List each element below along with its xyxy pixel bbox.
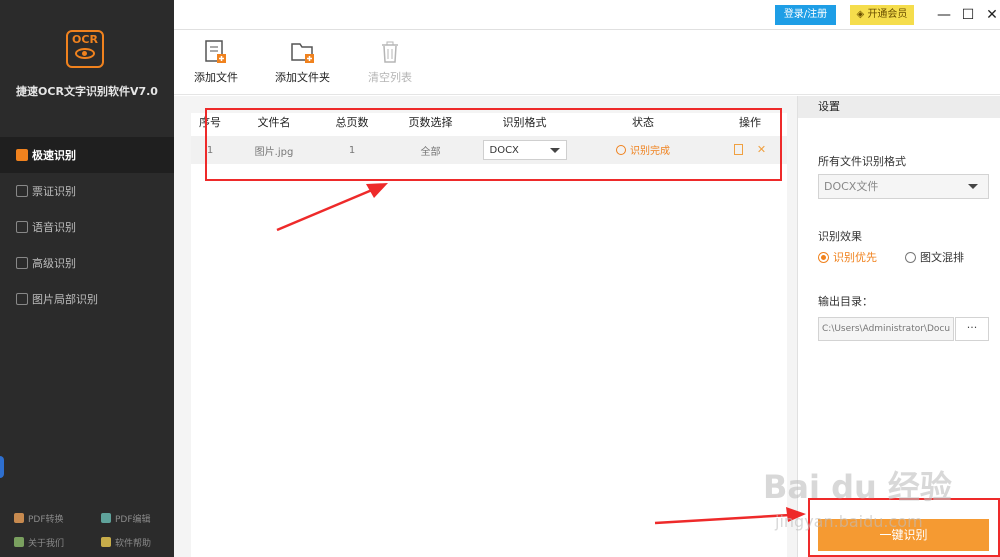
effect-radio-accuracy[interactable]: 识别优先 bbox=[818, 249, 877, 265]
col-header-total-pages: 总页数 bbox=[335, 116, 369, 129]
col-header-no: 序号 bbox=[199, 116, 221, 129]
about-label: 关于我们 bbox=[28, 538, 65, 549]
scan-icon bbox=[16, 257, 28, 269]
add-file-label: 添加文件 bbox=[194, 71, 238, 84]
add-folder-button[interactable]: 添加文件夹 bbox=[275, 39, 330, 85]
effect-radio-mixed[interactable]: 图文混排 bbox=[905, 249, 964, 265]
settings-pane: 设置 所有文件识别格式 DOCX文件 识别效果 识别优先 图文混排 输出目录： … bbox=[797, 96, 1000, 557]
bottom-links: PDF转换 PDF编辑 关于我们 软件帮助 bbox=[0, 506, 174, 554]
row-format-select[interactable]: DOCX bbox=[482, 140, 567, 160]
row-total-pages: 1 bbox=[348, 144, 356, 156]
sidebar-item-label: 图片局部识别 bbox=[32, 293, 98, 306]
pdf-edit-icon bbox=[101, 513, 111, 523]
title-bar: 登录/注册 ◈ 开通会员 — ☐ ✕ bbox=[174, 0, 1000, 30]
about-link[interactable]: 关于我们 bbox=[0, 536, 87, 549]
output-path-field[interactable]: C:\Users\Administrator\Docu bbox=[818, 317, 954, 341]
row-format-value: DOCX bbox=[489, 144, 519, 156]
login-button[interactable]: 登录/注册 bbox=[775, 5, 836, 25]
vip-button[interactable]: ◈ 开通会员 bbox=[850, 5, 914, 25]
format-select-value: DOCX文件 bbox=[824, 180, 879, 193]
microphone-icon bbox=[16, 221, 28, 233]
lightning-doc-icon bbox=[16, 149, 28, 161]
trash-icon bbox=[382, 41, 398, 63]
chevron-down-icon bbox=[549, 147, 560, 153]
sidebar-item-voice-ocr[interactable]: 语音识别 bbox=[0, 209, 174, 245]
sidebar-item-label: 高级识别 bbox=[32, 257, 76, 270]
help-label: 软件帮助 bbox=[115, 538, 152, 549]
table-header: 序号 文件名 总页数 页数选择 识别格式 状态 操作 bbox=[191, 113, 787, 133]
add-folder-label: 添加文件夹 bbox=[275, 71, 330, 84]
row-filename: 图片.jpg bbox=[254, 146, 294, 158]
open-document-icon[interactable] bbox=[733, 143, 743, 155]
pdf-edit-link[interactable]: PDF编辑 bbox=[87, 512, 174, 525]
col-header-page-select: 页数选择 bbox=[408, 116, 453, 129]
close-button[interactable]: ✕ bbox=[984, 6, 1000, 24]
start-ocr-button[interactable]: 一键识别 bbox=[818, 519, 989, 551]
browse-button[interactable]: ··· bbox=[955, 317, 989, 341]
add-folder-icon bbox=[290, 43, 314, 63]
format-label: 所有文件识别格式 bbox=[818, 155, 906, 168]
effect-option-label: 图文混排 bbox=[920, 251, 964, 264]
sidebar-item-label: 票证识别 bbox=[32, 185, 76, 198]
sidebar: OCR 捷速OCR文字识别软件V7.0 极速识别 票证识别 语音识别 高级识别 … bbox=[0, 0, 174, 557]
pdf-convert-icon bbox=[14, 513, 24, 523]
table-row[interactable]: 1 图片.jpg 1 全部 DOCX 识别完成 ✕ bbox=[191, 136, 787, 164]
output-label: 输出目录： bbox=[818, 295, 873, 308]
minimize-button[interactable]: — bbox=[936, 6, 952, 24]
app-logo: OCR bbox=[66, 30, 104, 68]
sidebar-item-label: 极速识别 bbox=[32, 149, 76, 162]
diamond-icon: ◈ bbox=[856, 9, 865, 20]
effect-label: 识别效果 bbox=[818, 230, 862, 243]
add-file-button[interactable]: 添加文件 bbox=[194, 39, 238, 85]
chevron-down-icon bbox=[968, 184, 978, 189]
help-link[interactable]: 软件帮助 bbox=[87, 536, 174, 549]
sidebar-item-advanced-ocr[interactable]: 高级识别 bbox=[0, 245, 174, 281]
check-circle-icon bbox=[616, 144, 626, 155]
sidebar-item-partial-image-ocr[interactable]: 图片局部识别 bbox=[0, 281, 174, 317]
row-status: 识别完成 bbox=[616, 142, 670, 157]
toolbar: 添加文件 添加文件夹 清空列表 bbox=[174, 31, 1000, 95]
side-handle[interactable] bbox=[0, 456, 4, 478]
col-header-status: 状态 bbox=[632, 116, 654, 129]
pdf-convert-link[interactable]: PDF转换 bbox=[0, 512, 87, 525]
radio-selected-icon bbox=[818, 251, 829, 263]
sidebar-item-fast-ocr[interactable]: 极速识别 bbox=[0, 137, 174, 173]
pdf-edit-label: PDF编辑 bbox=[115, 514, 151, 525]
col-header-format: 识别格式 bbox=[502, 116, 547, 129]
sidebar-item-label: 语音识别 bbox=[32, 221, 76, 234]
maximize-button[interactable]: ☐ bbox=[960, 6, 976, 24]
effect-radio-group: 识别优先 图文混排 bbox=[818, 249, 964, 265]
effect-option-label: 识别优先 bbox=[833, 251, 877, 264]
image-icon bbox=[16, 293, 28, 305]
about-icon bbox=[14, 537, 24, 547]
clear-list-button[interactable]: 清空列表 bbox=[368, 39, 412, 85]
radio-empty-icon bbox=[905, 251, 916, 263]
row-status-text: 识别完成 bbox=[630, 146, 670, 158]
ticket-icon bbox=[16, 185, 28, 197]
pdf-convert-label: PDF转换 bbox=[28, 514, 64, 525]
clear-list-label: 清空列表 bbox=[368, 71, 412, 84]
delete-icon[interactable]: ✕ bbox=[757, 143, 766, 156]
sidebar-nav: 极速识别 票证识别 语音识别 高级识别 图片局部识别 bbox=[0, 137, 174, 317]
row-no: 1 bbox=[206, 144, 214, 156]
add-file-icon bbox=[205, 40, 226, 63]
app-title: 捷速OCR文字识别软件V7.0 bbox=[16, 85, 158, 98]
file-list-panel: 序号 文件名 总页数 页数选择 识别格式 状态 操作 1 图片.jpg 1 全部… bbox=[191, 113, 787, 557]
main-area: 序号 文件名 总页数 页数选择 识别格式 状态 操作 1 图片.jpg 1 全部… bbox=[174, 96, 797, 557]
col-header-filename: 文件名 bbox=[257, 116, 291, 129]
help-icon bbox=[101, 537, 111, 547]
col-header-actions: 操作 bbox=[739, 116, 761, 129]
settings-title: 设置 bbox=[798, 96, 1000, 118]
eye-icon bbox=[75, 48, 95, 59]
format-select[interactable]: DOCX文件 bbox=[818, 174, 989, 199]
sidebar-item-ticket-ocr[interactable]: 票证识别 bbox=[0, 173, 174, 209]
logo-text: OCR bbox=[72, 33, 98, 46]
row-page-select[interactable]: 全部 bbox=[385, 143, 476, 158]
vip-label: 开通会员 bbox=[867, 9, 908, 20]
